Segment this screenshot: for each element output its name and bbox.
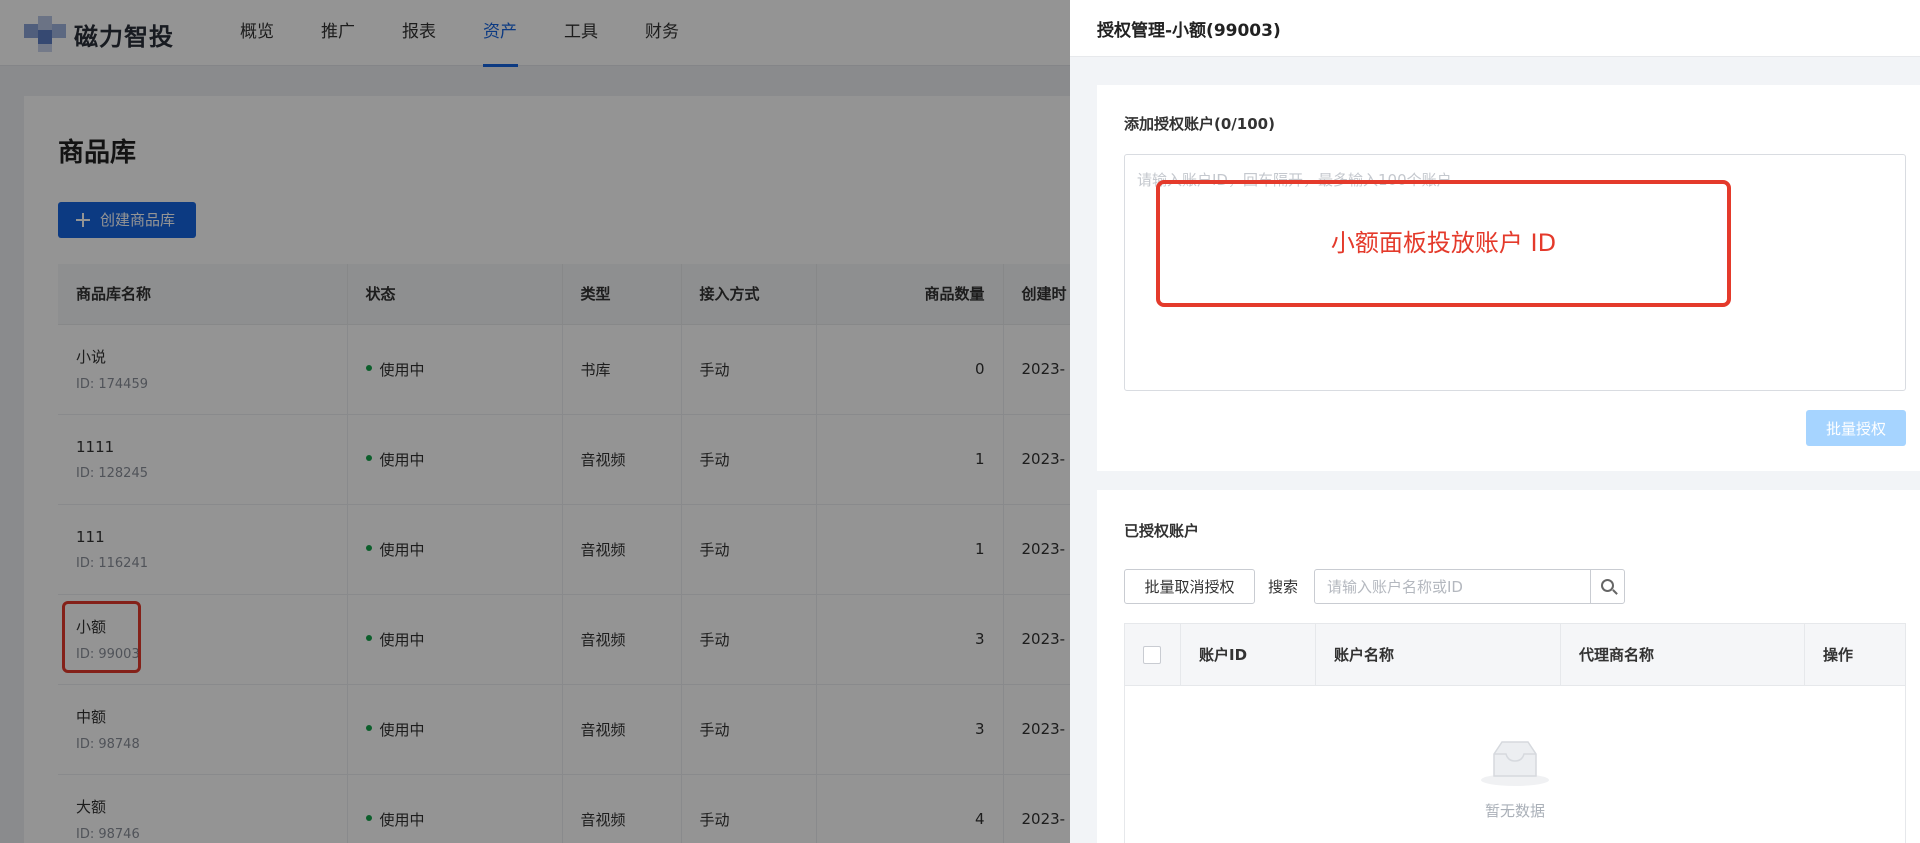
search-button[interactable] [1590,569,1625,604]
batch-authorize-button[interactable]: 批量授权 [1806,410,1906,446]
column-header-account-name: 账户名称 [1316,624,1561,686]
account-ids-textarea[interactable] [1124,154,1906,391]
drawer-header: 授权管理-小额(99003) [1070,0,1920,57]
account-search-input[interactable] [1314,569,1591,604]
column-header-agency-name: 代理商名称 [1561,624,1805,686]
column-header-actions: 操作 [1823,646,1854,664]
add-accounts-label: 添加授权账户(0/100) [1124,115,1275,133]
empty-inbox-icon [1481,741,1549,786]
add-authorization-panel: 添加授权账户(0/100) 小额面板投放账户 ID 批量授权 [1097,85,1920,471]
authorized-accounts-table: 账户ID 账户名称 代理商名称 操作 暂无数据 [1124,623,1906,843]
batch-revoke-button[interactable]: 批量取消授权 [1124,569,1255,604]
modal-backdrop[interactable] [0,0,1070,843]
authorized-accounts-panel: 已授权账户 批量取消授权 搜索 账户ID 账户名称 代理商名称 操作 [1097,490,1920,843]
column-header-account-id: 账户ID [1181,624,1316,686]
empty-state: 暂无数据 [1125,686,1905,843]
authorized-accounts-label: 已授权账户 [1124,522,1200,540]
table-header-row: 账户ID 账户名称 代理商名称 操作 [1125,624,1905,686]
drawer-title: 授权管理-小额(99003) [1097,21,1281,41]
select-all-checkbox[interactable] [1143,646,1161,664]
select-all-cell [1125,624,1181,686]
authorization-drawer: 授权管理-小额(99003) 添加授权账户(0/100) 小额面板投放账户 ID… [1070,0,1920,843]
empty-state-text: 暂无数据 [1484,802,1545,820]
search-label: 搜索 [1268,578,1299,596]
